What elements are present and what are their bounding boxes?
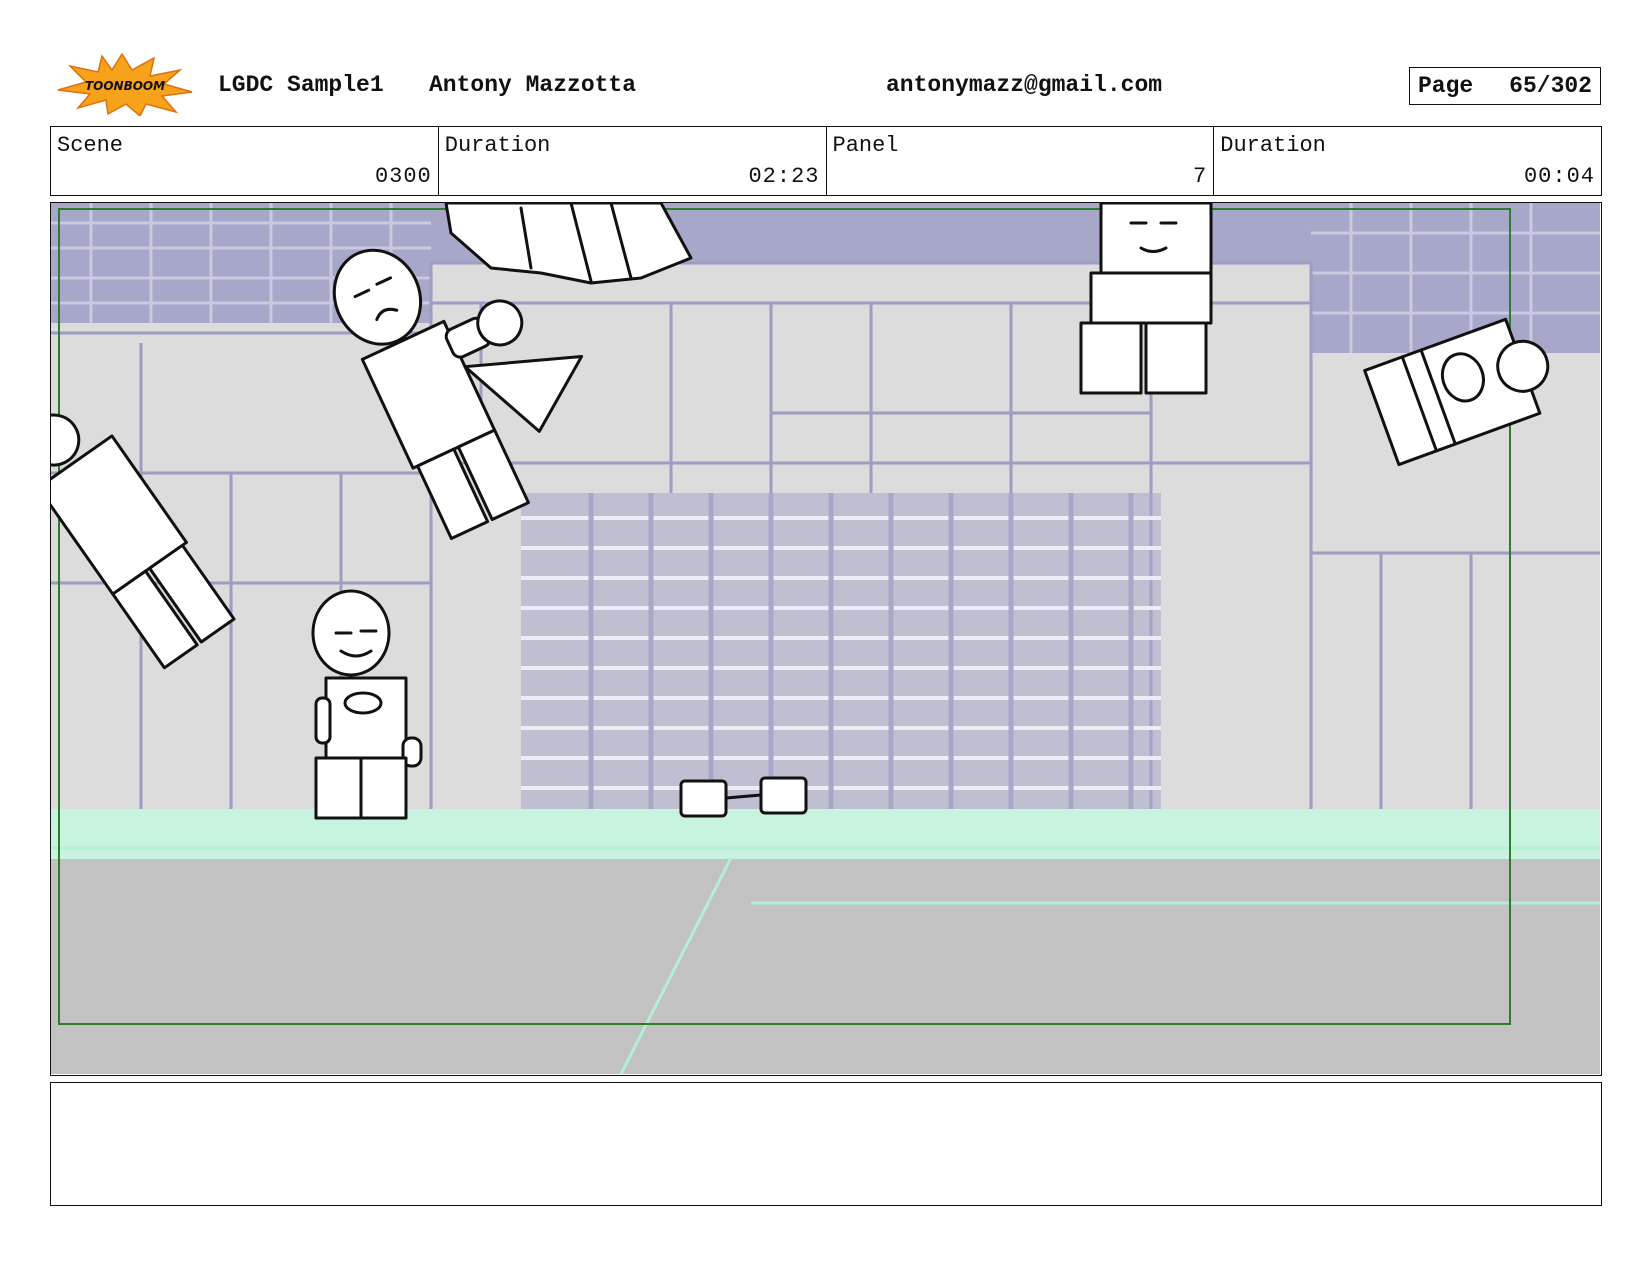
page-indicator: Page 65/302 — [1409, 67, 1601, 105]
shoji-wall — [521, 493, 1161, 813]
scene-info-table: Scene 0300 Duration 02:23 Panel 7 Durati… — [50, 126, 1602, 196]
project-name: LGDC Sample1 — [218, 72, 384, 98]
storyboard-panel — [50, 202, 1602, 1076]
scene-cell: Scene 0300 — [51, 127, 439, 195]
author-name: Antony Mazzotta — [429, 72, 637, 98]
panel-duration-label: Duration — [1220, 133, 1326, 158]
scene-label: Scene — [57, 133, 124, 158]
page-label: Page — [1418, 73, 1474, 99]
floor-gray — [51, 859, 1600, 1074]
scene-duration-value: 02:23 — [748, 164, 820, 189]
page-value: 65/302 — [1509, 73, 1592, 99]
panel-cell: Panel 7 — [827, 127, 1215, 195]
panel-value: 7 — [1193, 164, 1208, 189]
panel-notes-box[interactable] — [50, 1082, 1602, 1206]
logo-text: TOONBOOM — [85, 79, 165, 93]
scene-duration-cell: Duration 02:23 — [439, 127, 827, 195]
scene-value: 0300 — [374, 164, 432, 189]
panel-drawing — [51, 203, 1600, 1074]
panel-duration-value: 00:04 — [1523, 164, 1595, 189]
floor-green — [51, 809, 1600, 859]
author-email: antonymazz@gmail.com — [886, 72, 1163, 98]
scene-duration-label: Duration — [444, 133, 551, 158]
toonboom-logo: TOONBOOM — [52, 52, 198, 118]
panel-label: Panel — [832, 133, 899, 158]
panel-duration-cell: Duration 00:04 — [1214, 127, 1601, 195]
